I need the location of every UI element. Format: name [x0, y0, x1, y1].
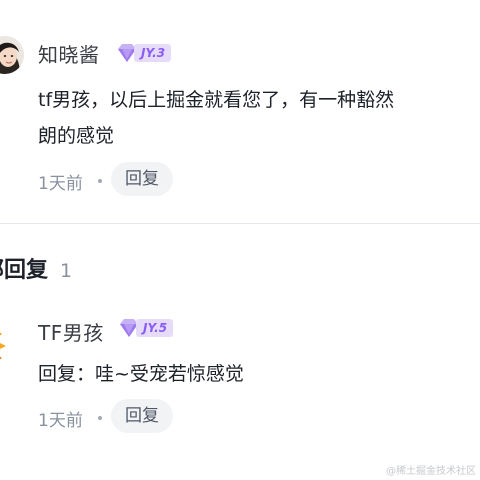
- avatar[interactable]: [0, 36, 24, 74]
- separator-dot: [98, 179, 102, 183]
- divider: [0, 223, 480, 224]
- replies-title: 部回复: [0, 258, 49, 283]
- reply-button[interactable]: 回复: [111, 399, 173, 433]
- watermark: @稀土掘金技术社区: [386, 466, 476, 477]
- reply-button[interactable]: 回复: [111, 162, 173, 196]
- tf-logo-icon: [0, 332, 6, 360]
- replies-count: 1: [60, 260, 73, 282]
- comment-text-line-2: 朗的感觉: [38, 125, 115, 147]
- level-badge: JY.5: [118, 317, 174, 339]
- user-avatar-icon: [0, 36, 24, 74]
- separator-dot: [98, 416, 102, 420]
- comment-username[interactable]: 知晓酱: [38, 39, 100, 68]
- level-label: JY.5: [136, 319, 174, 337]
- replies-header: 部回复 1: [0, 252, 72, 284]
- comment-time: 1天前: [38, 174, 83, 194]
- reply-time: 1天前: [38, 411, 83, 431]
- level-badge: JY.3: [116, 42, 172, 64]
- level-label: JY.3: [134, 44, 172, 62]
- avatar[interactable]: [0, 322, 16, 366]
- reply-username[interactable]: TF男孩: [38, 317, 104, 346]
- reply-text: 回复：哇~受宠若惊感觉: [38, 363, 244, 385]
